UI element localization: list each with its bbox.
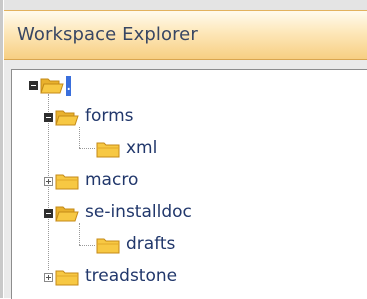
folder-icon [96,236,120,255]
panel-top-strip [4,0,367,10]
tree-connector [79,245,95,246]
tree-node-label: macro [85,170,139,190]
tree-connector [79,127,80,148]
panel-title: Workspace Explorer [17,24,198,45]
collapse-toggle-icon[interactable] [44,209,53,218]
folder-icon [55,268,79,287]
folder-open-icon [40,76,64,95]
folder-icon [96,140,120,159]
collapse-toggle-icon[interactable] [44,113,53,122]
tree-node-label: forms [85,106,134,126]
workspace-tree[interactable]: . forms xml macro se-installdoc drafts t… [11,69,367,299]
window-edge [0,0,3,298]
collapse-toggle-icon[interactable] [29,81,38,90]
tree-connector [79,148,95,149]
folder-icon [55,172,79,191]
folder-open-icon [55,204,79,223]
tree-node-label: . [66,75,72,95]
tree-node-label: drafts [126,234,176,254]
tree-connector [79,223,80,245]
folder-open-icon [55,108,79,127]
tree-node-label: xml [126,138,158,158]
tree-node-label: se-installdoc [85,202,192,222]
panel-header: Workspace Explorer [4,10,367,60]
expand-toggle-icon[interactable] [44,177,53,186]
expand-toggle-icon[interactable] [44,273,53,282]
tree-node-label: treadstone [85,266,178,286]
